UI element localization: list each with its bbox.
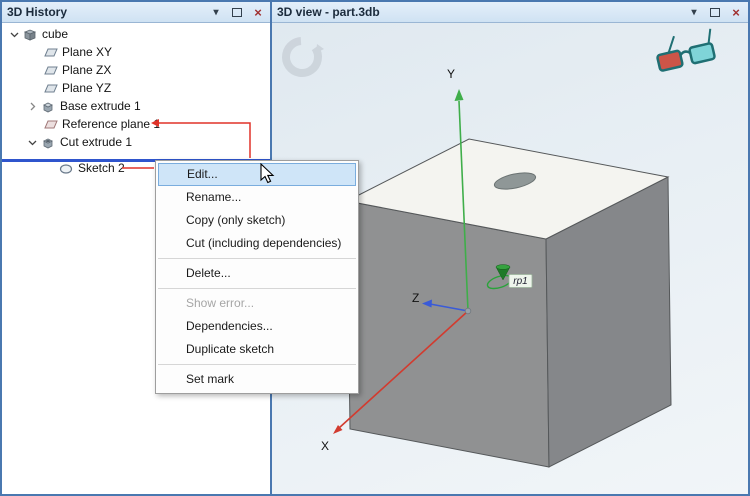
context-menu: Edit... Rename... Copy (only sketch) Cut… bbox=[155, 160, 359, 394]
view-panel-title: 3D view - part.3db bbox=[277, 5, 380, 19]
close-icon: × bbox=[254, 4, 262, 20]
close-icon: × bbox=[732, 4, 740, 20]
chevron-down-icon[interactable] bbox=[24, 138, 40, 147]
red-lens bbox=[656, 49, 684, 72]
tree-item-label: Base extrude 1 bbox=[60, 99, 141, 113]
tree-item-plane-xy[interactable]: Plane XY bbox=[2, 43, 270, 61]
menu-item-cut-including-dependencies[interactable]: Cut (including dependencies) bbox=[156, 232, 358, 255]
tree-item-plane-zx[interactable]: Plane ZX bbox=[2, 61, 270, 79]
marker-label: rp1 bbox=[513, 276, 527, 287]
tree-item-label: Plane XY bbox=[62, 45, 113, 59]
tree-item-base-extrude[interactable]: Base extrude 1 bbox=[2, 97, 270, 115]
tree-item-cut-extrude[interactable]: Cut extrude 1 bbox=[2, 133, 270, 151]
y-axis-arrowhead bbox=[454, 89, 464, 101]
menu-item-show-error: Show error... bbox=[186, 296, 255, 310]
tree-item-label: Sketch 2 bbox=[78, 161, 125, 175]
cube-left-face bbox=[346, 200, 550, 468]
maximize-icon bbox=[710, 7, 720, 17]
history-panel-title: 3D History bbox=[7, 5, 68, 19]
menu-item-copy-only-sketch[interactable]: Copy (only sketch) bbox=[156, 209, 358, 232]
view-menu-button[interactable]: ▾ bbox=[687, 5, 701, 19]
menu-item-duplicate-sketch[interactable]: Duplicate sketch bbox=[156, 338, 358, 361]
chevron-right-icon[interactable] bbox=[24, 102, 40, 111]
reference-plane-icon bbox=[42, 117, 58, 132]
menu-item-delete[interactable]: Delete... bbox=[156, 262, 358, 285]
menu-item-edit[interactable]: Edit... bbox=[158, 163, 356, 186]
application-window: 3D History ▾ × cube Plane XY Plane ZX Pl… bbox=[0, 0, 750, 496]
tree-item-label: Cut extrude 1 bbox=[60, 135, 133, 149]
menu-separator bbox=[158, 364, 356, 365]
history-tree: cube Plane XY Plane ZX Plane YZ Base ext… bbox=[2, 23, 270, 177]
tree-item-label: Reference plane 1 bbox=[62, 117, 161, 131]
view-close-button[interactable]: × bbox=[729, 4, 743, 20]
history-maximize-button[interactable] bbox=[230, 5, 244, 19]
tree-item-label: Plane ZX bbox=[62, 63, 112, 77]
history-menu-button[interactable]: ▾ bbox=[209, 5, 223, 19]
chevron-down-icon: ▾ bbox=[213, 6, 219, 18]
menu-item-rename[interactable]: Rename... bbox=[156, 186, 358, 209]
menu-item-set-mark[interactable]: Set mark bbox=[156, 368, 358, 391]
cube-model bbox=[345, 138, 672, 468]
menu-separator bbox=[158, 288, 356, 289]
menu-separator bbox=[158, 258, 356, 259]
tree-item-label: Plane YZ bbox=[62, 81, 112, 95]
cyan-lens bbox=[688, 42, 716, 65]
plane-icon bbox=[42, 45, 58, 60]
cut-extrude-icon bbox=[40, 135, 56, 150]
history-close-button[interactable]: × bbox=[251, 4, 265, 20]
tree-item-cube[interactable]: cube bbox=[2, 25, 270, 43]
sketch-icon bbox=[58, 161, 74, 176]
extrude-icon bbox=[40, 99, 56, 114]
part-body-icon bbox=[22, 27, 38, 42]
axis-origin-point bbox=[464, 307, 472, 315]
x-axis-label: X bbox=[321, 439, 329, 453]
chevron-down-icon[interactable] bbox=[6, 30, 22, 39]
history-panel-header: 3D History ▾ × bbox=[2, 2, 270, 23]
tree-item-label: cube bbox=[42, 27, 69, 41]
orbit-widget-icon[interactable] bbox=[280, 35, 325, 80]
plane-icon bbox=[42, 63, 58, 78]
y-axis-label: Y bbox=[447, 67, 455, 81]
tree-item-reference-plane[interactable]: Reference plane 1 bbox=[2, 115, 270, 133]
chevron-down-icon: ▾ bbox=[691, 6, 697, 18]
anaglyph-glasses-icon[interactable] bbox=[654, 28, 717, 72]
view-panel-header: 3D view - part.3db ▾ × bbox=[272, 2, 748, 23]
menu-item-dependencies[interactable]: Dependencies... bbox=[156, 315, 358, 338]
plane-icon bbox=[42, 81, 58, 96]
z-axis-label: Z bbox=[412, 291, 419, 305]
view-maximize-button[interactable] bbox=[708, 5, 722, 19]
tree-item-plane-yz[interactable]: Plane YZ bbox=[2, 79, 270, 97]
maximize-icon bbox=[232, 7, 242, 17]
